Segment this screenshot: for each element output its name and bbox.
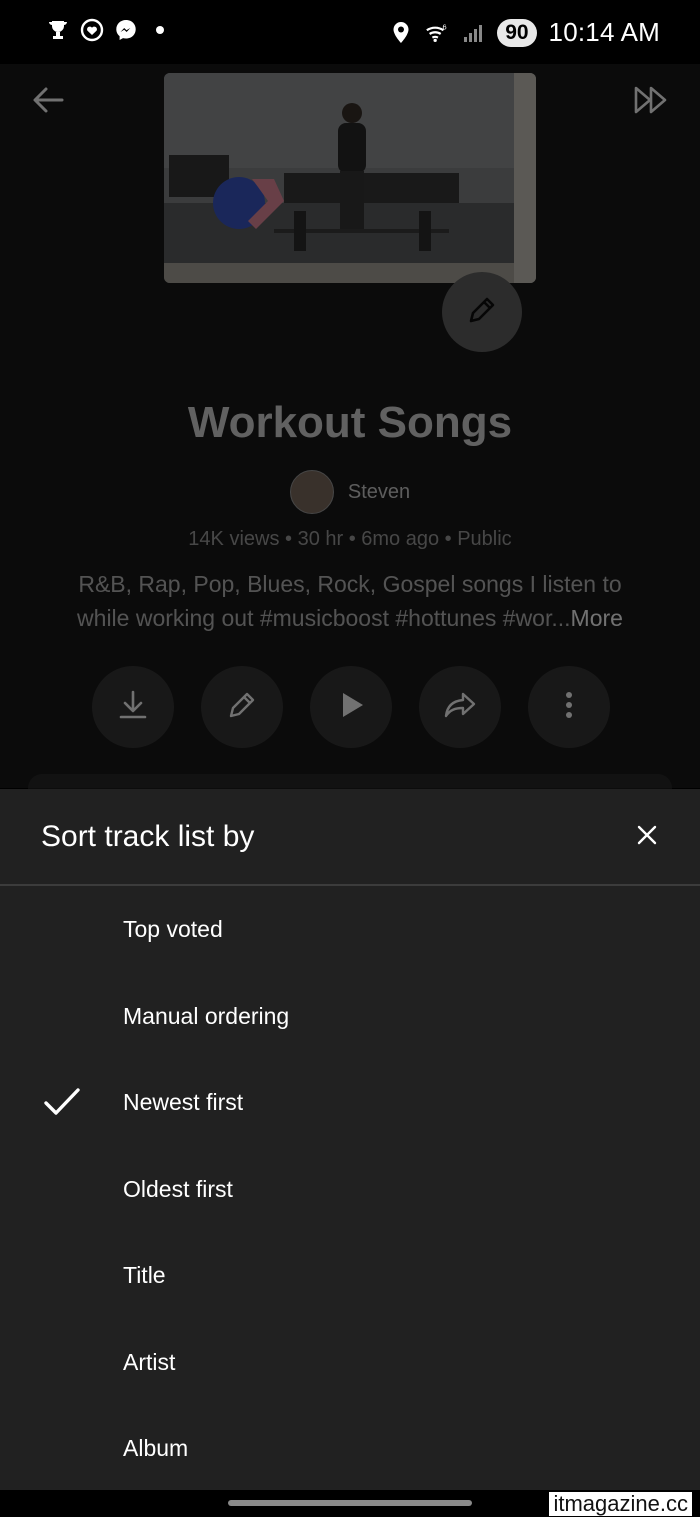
sort-option-oldest-first[interactable]: Oldest first bbox=[0, 1146, 700, 1232]
share-icon bbox=[442, 688, 478, 727]
sheet-title: Sort track list by bbox=[41, 820, 255, 853]
sheet-header: Sort track list by bbox=[0, 789, 700, 886]
play-button[interactable] bbox=[310, 666, 392, 748]
more-link[interactable]: More bbox=[571, 605, 623, 631]
sort-option-label: Album bbox=[123, 1435, 189, 1461]
close-button[interactable] bbox=[626, 816, 668, 858]
sort-option-label: Newest first bbox=[123, 1089, 244, 1115]
share-button[interactable] bbox=[419, 666, 501, 748]
heart-badge-icon bbox=[80, 18, 104, 42]
home-gesture-handle[interactable] bbox=[228, 1500, 472, 1506]
sort-option-newest-first[interactable]: Newest first bbox=[0, 1059, 700, 1145]
playlist-title: Workout Songs bbox=[187, 398, 513, 447]
playlist-owner[interactable]: Steven bbox=[0, 470, 700, 514]
edit-thumbnail-button[interactable] bbox=[442, 272, 522, 352]
signal-icon bbox=[461, 21, 485, 45]
playlist-thumbnail[interactable] bbox=[164, 73, 536, 283]
sort-bottom-sheet: Sort track list by Top voted Manual orde… bbox=[0, 789, 700, 1517]
sort-option-album[interactable]: Album bbox=[0, 1405, 700, 1491]
sort-option-manual-ordering[interactable]: Manual ordering bbox=[0, 973, 700, 1059]
edit-button[interactable] bbox=[201, 666, 283, 748]
avatar bbox=[289, 470, 334, 514]
dot-icon bbox=[148, 18, 172, 42]
fast-forward-icon[interactable] bbox=[630, 78, 674, 122]
clock: 10:14 AM bbox=[548, 17, 660, 47]
svg-text:6: 6 bbox=[443, 22, 447, 31]
battery-indicator: 90 bbox=[497, 18, 537, 47]
download-button[interactable] bbox=[92, 666, 174, 748]
more-vertical-icon bbox=[563, 690, 575, 725]
playlist-meta: 14K views • 30 hr • 6mo ago • Public bbox=[188, 528, 512, 550]
wifi-icon: 6 bbox=[425, 21, 449, 45]
pencil-icon bbox=[465, 293, 499, 332]
sort-option-label: Top voted bbox=[123, 916, 223, 942]
more-options-button[interactable] bbox=[528, 666, 610, 748]
sort-option-label: Title bbox=[123, 1262, 166, 1288]
sort-option-label: Manual ordering bbox=[123, 1003, 290, 1029]
back-button[interactable] bbox=[26, 78, 70, 122]
play-icon bbox=[334, 688, 368, 727]
sort-option-top-voted[interactable]: Top voted bbox=[0, 886, 700, 972]
notification-icons bbox=[46, 18, 172, 42]
status-bar: 6 90 10:14 AM bbox=[0, 0, 700, 64]
description-text: R&B, Rap, Pop, Blues, Rock, Gospel songs… bbox=[77, 571, 622, 631]
sort-option-artist[interactable]: Artist bbox=[0, 1319, 700, 1405]
playlist-actions bbox=[92, 666, 610, 748]
close-icon bbox=[636, 824, 658, 851]
trophy-icon bbox=[46, 18, 70, 42]
playlist-description: R&B, Rap, Pop, Blues, Rock, Gospel songs… bbox=[50, 567, 650, 635]
messenger-icon bbox=[114, 18, 138, 42]
owner-name: Steven bbox=[347, 480, 411, 503]
sort-option-label: Oldest first bbox=[123, 1176, 233, 1202]
sort-option-title[interactable]: Title bbox=[0, 1232, 700, 1318]
sort-option-label: Artist bbox=[123, 1349, 176, 1375]
watermark: itmagazine.cc bbox=[549, 1492, 692, 1516]
location-icon bbox=[389, 21, 413, 45]
download-icon bbox=[116, 688, 150, 727]
playlist-page: Workout Songs Steven 14K views • 30 hr •… bbox=[0, 64, 700, 804]
checkmark-icon bbox=[42, 1082, 82, 1122]
pencil-icon bbox=[225, 688, 259, 727]
